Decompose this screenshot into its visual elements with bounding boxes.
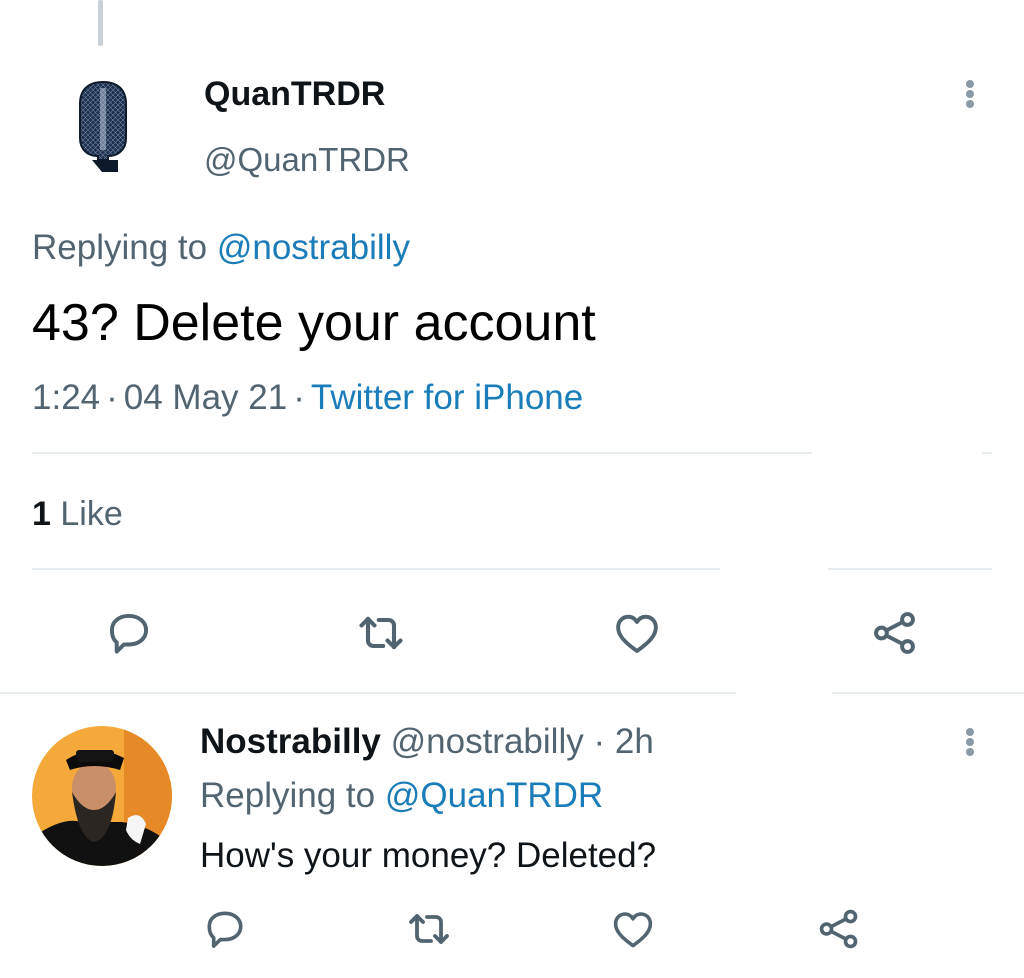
more-dot: [966, 728, 974, 736]
replying-to-line: Replying to @nostrabilly: [32, 226, 410, 270]
likes-count-link[interactable]: 1 Like: [32, 492, 123, 536]
quantrdr-logo: [79, 80, 127, 172]
reply-avatar-portrait: [32, 726, 172, 866]
thread-connector-line: [98, 0, 103, 46]
more-dot: [966, 90, 974, 98]
more-dot: [966, 748, 974, 756]
retweet-icon: [409, 914, 449, 944]
more-dot: [966, 738, 974, 746]
reply-handle[interactable]: @nostrabilly: [391, 722, 584, 761]
share-icon: [819, 909, 858, 949]
like-label: Like: [60, 495, 123, 533]
divider: [32, 452, 812, 454]
replying-to-handle-link[interactable]: @nostrabilly: [217, 228, 410, 267]
reply-text: How's your money? Deleted?: [200, 836, 657, 875]
tweet-meta: 1:24 · 04 May 21 · Twitter for iPhone: [32, 376, 583, 420]
retweet-button[interactable]: [352, 604, 410, 662]
more-dot: [966, 80, 974, 88]
replying-to-prefix: Replying to: [32, 228, 208, 267]
divider: [32, 568, 720, 570]
tweet-text: 43? Delete your account: [32, 294, 596, 352]
divider: [828, 568, 992, 570]
share-icon: [874, 612, 915, 654]
reply-button[interactable]: [100, 604, 158, 662]
more-options-icon[interactable]: [958, 74, 982, 114]
divider: [0, 692, 736, 694]
reply-age[interactable]: 2h: [615, 722, 654, 761]
heart-icon: [616, 614, 658, 653]
heart-icon: [613, 912, 653, 948]
reply-like-button[interactable]: [608, 904, 658, 954]
reply-icon: [109, 613, 149, 654]
reply-icon: [207, 911, 243, 948]
reply-display-name[interactable]: Nostrabilly: [200, 722, 381, 761]
divider: [832, 692, 1024, 694]
meta-separator: ·: [293, 378, 305, 417]
replying-to-prefix: Replying to: [200, 776, 376, 815]
divider: [982, 452, 992, 454]
tweet-time[interactable]: 1:24: [32, 378, 100, 417]
share-button[interactable]: [866, 604, 924, 662]
meta-separator: ·: [106, 378, 118, 417]
reply-header: Nostrabilly @nostrabilly · 2h: [200, 720, 654, 764]
tweet-source-link[interactable]: Twitter for iPhone: [311, 378, 583, 417]
reply-reply-button[interactable]: [200, 904, 250, 954]
reply-author-avatar[interactable]: [32, 726, 172, 866]
author-handle[interactable]: @QuanTRDR: [204, 138, 410, 182]
meta-separator: ·: [593, 722, 606, 761]
retweet-icon: [359, 616, 403, 650]
more-dot: [966, 100, 974, 108]
like-button[interactable]: [608, 604, 666, 662]
reply-replying-to-line: Replying to @QuanTRDR: [200, 774, 603, 818]
reply-share-button[interactable]: [814, 904, 864, 954]
author-display-name[interactable]: QuanTRDR: [204, 72, 385, 116]
tweet-date[interactable]: 04 May 21: [124, 378, 287, 417]
reply-retweet-button[interactable]: [404, 904, 454, 954]
replying-to-handle-link[interactable]: @QuanTRDR: [385, 776, 603, 815]
reply-more-options-icon[interactable]: [958, 722, 982, 762]
like-count: 1: [32, 495, 51, 533]
author-avatar[interactable]: [78, 80, 128, 174]
